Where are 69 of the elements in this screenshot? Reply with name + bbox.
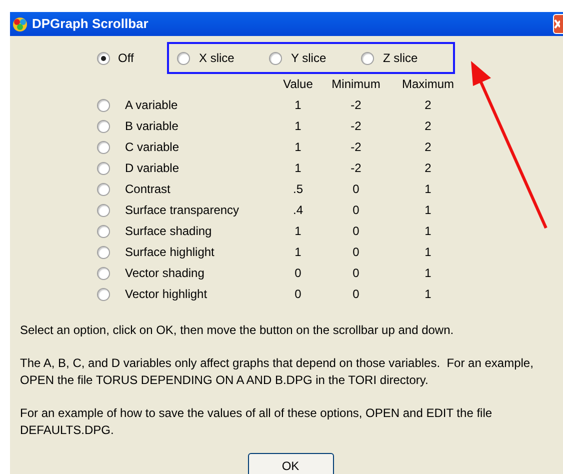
radio-button[interactable] xyxy=(97,267,110,280)
maximum-cell-text: 1 xyxy=(424,286,432,303)
instruction-text: Select an option, click on OK, then move the button on the scrollbar up and down. xyxy=(20,322,455,339)
value-cell-text: 0 xyxy=(294,286,302,303)
value-cell-text: 1 xyxy=(294,139,302,156)
option-label: Z slice xyxy=(383,50,418,67)
value-cell-text: 1 xyxy=(294,160,302,177)
minimum-cell-text: -2 xyxy=(350,118,362,135)
radio-button[interactable] xyxy=(97,120,110,133)
maximum-cell-text: 2 xyxy=(424,139,432,156)
minimum-cell-text: 0 xyxy=(352,223,360,240)
minimum-cell-text: -2 xyxy=(350,139,362,156)
minimum-cell-text: 0 xyxy=(352,244,360,261)
maximum-cell-text: 1 xyxy=(424,223,432,240)
row-label: Surface transparency xyxy=(125,202,240,219)
maximum-cell-text: 2 xyxy=(424,160,432,177)
column-header: Maximum xyxy=(402,76,454,93)
row-label: Contrast xyxy=(125,181,170,198)
value-cell-text: .4 xyxy=(292,202,303,219)
row-label: B variable xyxy=(125,118,178,135)
value-cell-text: 1 xyxy=(294,118,302,135)
radio-button[interactable] xyxy=(97,246,110,259)
radio-button[interactable] xyxy=(97,52,110,64)
radio-button[interactable] xyxy=(361,52,374,64)
option-label: X slice xyxy=(199,50,234,67)
row-label: Surface shading xyxy=(125,223,212,240)
row-label: C variable xyxy=(125,139,180,156)
radio-button[interactable] xyxy=(97,183,110,196)
radio-button[interactable] xyxy=(97,141,110,154)
value-cell-text: 1 xyxy=(294,244,302,261)
instruction-text: For an example of how to save the values of all of these options, OPEN and EDIT the file DEFAULTS.DPG. xyxy=(20,405,494,439)
minimum-cell-text: 0 xyxy=(352,286,360,303)
radio-button[interactable] xyxy=(97,288,110,301)
option-label: Y slice xyxy=(291,50,326,67)
option-label: Off xyxy=(118,50,135,67)
value-cell-text: 0 xyxy=(294,265,302,282)
column-header: Value xyxy=(283,76,313,93)
radio-button[interactable] xyxy=(97,99,110,112)
value-cell-text: .5 xyxy=(292,181,303,198)
radio-button[interactable] xyxy=(269,52,282,64)
window-title: DPGraph Scrollbar xyxy=(32,15,148,34)
value-cell-text: 1 xyxy=(294,97,302,114)
minimum-cell-text: 0 xyxy=(352,265,360,282)
minimum-cell-text: -2 xyxy=(350,97,362,114)
maximum-cell-text: 2 xyxy=(424,97,432,114)
maximum-cell-text: 1 xyxy=(424,244,432,261)
row-label: D variable xyxy=(125,160,180,177)
row-label: A variable xyxy=(125,97,178,114)
maximum-cell-text: 1 xyxy=(424,265,432,282)
minimum-cell-text: -2 xyxy=(350,160,362,177)
row-label: Vector highlight xyxy=(125,286,208,303)
close-icon xyxy=(554,19,560,29)
column-header: Minimum xyxy=(332,76,380,93)
row-label: Surface highlight xyxy=(125,244,214,261)
minimum-cell-text: 0 xyxy=(352,202,360,219)
radio-button[interactable] xyxy=(97,162,110,175)
app-logo-icon xyxy=(12,16,28,32)
minimum-cell-text: 0 xyxy=(352,181,360,198)
value-cell-text: 1 xyxy=(294,223,302,240)
maximum-cell-text: 2 xyxy=(424,118,432,135)
radio-button[interactable] xyxy=(97,225,110,238)
instruction-text: The A, B, C, and D variables only affect graphs that depend on those variables. For an example, OPEN the file TORUS DEPENDING ON A AND B.DPG in the TORI directory. xyxy=(20,355,534,389)
maximum-cell-text: 1 xyxy=(424,181,432,198)
row-label: Vector shading xyxy=(125,265,204,282)
maximum-cell-text: 1 xyxy=(424,202,432,219)
radio-button[interactable] xyxy=(97,204,110,217)
radio-button[interactable] xyxy=(177,52,190,64)
ok-button[interactable]: OK xyxy=(248,453,334,474)
close-button[interactable] xyxy=(553,14,563,34)
